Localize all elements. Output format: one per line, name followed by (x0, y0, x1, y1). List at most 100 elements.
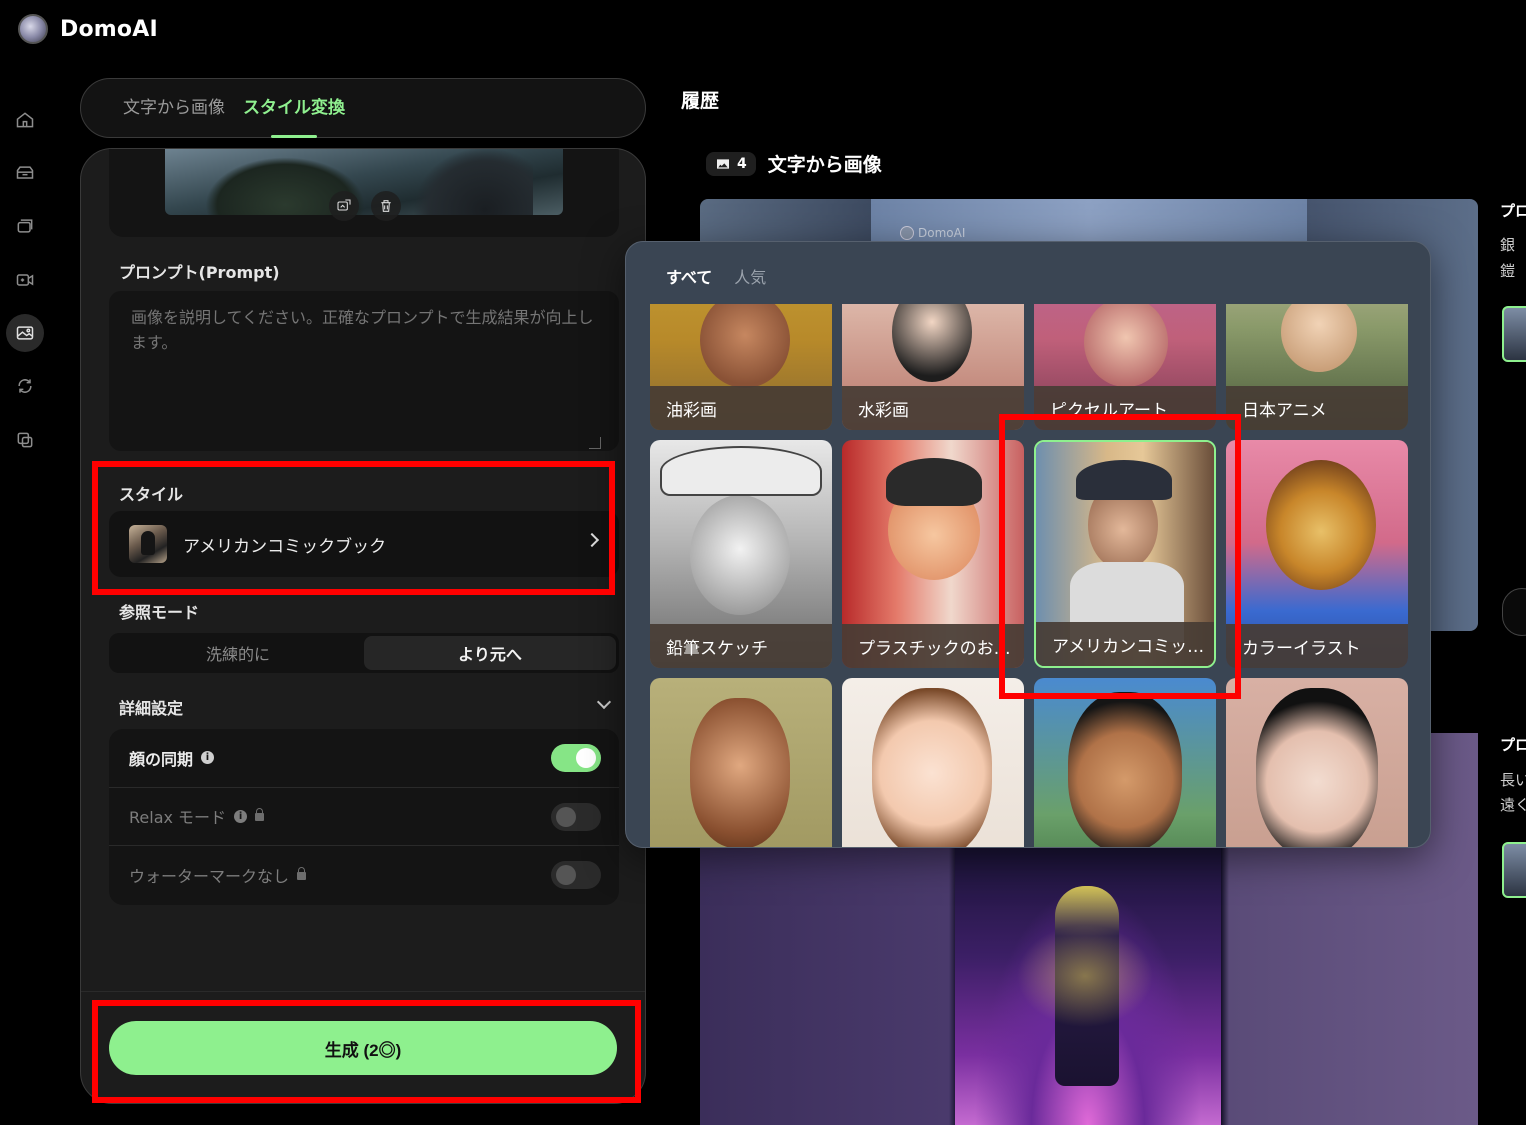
tab-all[interactable]: すべて (666, 264, 712, 288)
style-caption: 鉛筆スケッチ (650, 624, 832, 668)
refresh-icon[interactable] (6, 367, 44, 405)
style-grid: 油彩画 水彩画 ピクセルアート 日本アニメ 鉛筆スケッチ プラスチックのお… ア… (650, 304, 1410, 847)
reference-mode-refined[interactable]: 洗練的に (112, 636, 364, 670)
history-group-title: 文字から画像 (767, 154, 882, 176)
setting-relax-mode: Relax モード i (109, 788, 619, 847)
brand[interactable]: DomoAI (18, 14, 158, 44)
hat (660, 446, 822, 496)
style-tile-american-comic[interactable]: アメリカンコミッ… (1034, 440, 1216, 668)
image-icon (717, 158, 729, 169)
style-selector[interactable]: アメリカンコミックブック (109, 511, 619, 577)
prompt-text: 銀 (1500, 236, 1516, 254)
chevron-down-icon[interactable] (596, 694, 612, 710)
image-count-badge: 4 (706, 151, 756, 176)
style-tile-color-illustration[interactable]: カラーイラスト (1226, 440, 1408, 668)
style-label: スタイル (119, 485, 184, 504)
resize-handle[interactable] (589, 437, 601, 449)
box-icon[interactable] (6, 154, 44, 192)
face (1266, 460, 1376, 590)
app-root: DomoAI 文字から画像 スタイル変換 プロンプト(Prompt) 画像を説明… (0, 0, 1526, 1125)
chevron-right-icon (584, 532, 600, 548)
stack-icon[interactable] (6, 207, 44, 245)
style-caption: ピクセルアート (1034, 386, 1216, 430)
style-caption: アメリカンコミッ… (1036, 622, 1214, 666)
prompt-text: 長い (1500, 771, 1526, 789)
tab-popular[interactable]: 人気 (734, 264, 766, 288)
image-icon[interactable] (6, 314, 44, 352)
face (872, 688, 992, 847)
no-watermark-label: ウォーターマークなし (129, 867, 290, 887)
face-sync-label: 顔の同期 (129, 749, 194, 769)
style-tile-plastic-toy[interactable]: プラスチックのお… (842, 440, 1024, 668)
setting-no-watermark: ウォーターマークなし (109, 846, 619, 905)
watermark-text: DomoAI (918, 226, 966, 240)
lock-icon (255, 808, 265, 822)
cap-hat (1076, 460, 1172, 500)
style-tile-japanese-anime[interactable]: 日本アニメ (1226, 304, 1408, 430)
home-icon[interactable] (6, 101, 44, 139)
uploaded-image-preview (165, 149, 563, 215)
replace-image-icon[interactable] (329, 191, 359, 221)
toggle-knob (556, 806, 576, 827)
prompt-text: 鎧 (1500, 262, 1516, 280)
style-caption: 日本アニメ (1226, 386, 1408, 430)
face-sync-toggle[interactable] (551, 744, 601, 772)
reference-mode-toggle: 洗練的に より元へ (109, 633, 619, 673)
lock-icon (297, 867, 307, 881)
brand-name: DomoAI (60, 16, 158, 42)
video-icon[interactable] (6, 261, 44, 299)
toggle-knob (576, 748, 596, 768)
style-tile-watercolor[interactable]: 水彩画 (842, 304, 1024, 430)
style-tile-pencil-sketch[interactable]: 鉛筆スケッチ (650, 440, 832, 668)
reference-mode-label: 参照モード (119, 603, 200, 622)
style-caption: プラスチックのお… (842, 624, 1024, 668)
generate-button[interactable]: 生成 (2◎) (109, 1021, 617, 1075)
style-picker-tabs: すべて 人気 (666, 264, 766, 288)
info-icon[interactable]: i (201, 751, 215, 765)
prompt-heading: プロ (1500, 202, 1526, 220)
tab-text-to-image[interactable]: 文字から画像 (123, 78, 225, 138)
face (690, 495, 790, 615)
image-count: 4 (737, 155, 747, 172)
copy-icon[interactable] (6, 421, 44, 459)
history-title: 履歴 (681, 90, 720, 112)
source-thumbnail[interactable] (1502, 306, 1526, 362)
selected-style-name: アメリカンコミックブック (183, 536, 387, 557)
upload-box[interactable] (109, 149, 619, 237)
relax-mode-toggle[interactable] (551, 802, 601, 831)
relax-mode-label: Relax モード (129, 808, 227, 828)
source-thumbnail[interactable] (1502, 842, 1526, 898)
domoai-logo (18, 14, 48, 44)
prompt-input[interactable] (109, 291, 619, 451)
style-caption: 水彩画 (842, 386, 1024, 430)
history-group-header: 4 文字から画像 (706, 150, 882, 177)
settings-panel: プロンプト(Prompt) スタイル アメリカンコミックブック 参照モード 洗練… (80, 148, 646, 1104)
prompt-text: 遠く (1500, 796, 1526, 814)
face (690, 698, 790, 847)
advanced-settings-list: 顔の同期 i Relax モード i ウォーターマークなし (109, 729, 619, 905)
prompt-heading: プロ (1500, 736, 1526, 754)
style-tile[interactable] (650, 678, 832, 847)
style-caption: カラーイラスト (1226, 624, 1408, 668)
advanced-settings-label: 詳細設定 (119, 699, 184, 718)
reference-mode-original[interactable]: より元へ (364, 636, 616, 670)
prompt-label: プロンプト(Prompt) (119, 263, 280, 282)
delete-image-icon[interactable] (371, 191, 401, 221)
style-tile[interactable] (842, 678, 1024, 847)
info-icon[interactable]: i (234, 809, 248, 823)
style-tile-oil-painting[interactable]: 油彩画 (650, 304, 832, 430)
style-tile[interactable] (1034, 678, 1216, 847)
style-tile-pixel-art[interactable]: ピクセルアート (1034, 304, 1216, 430)
action-button[interactable] (1502, 588, 1526, 636)
hair (886, 458, 982, 506)
style-tile[interactable] (1226, 678, 1408, 847)
mode-tabs: 文字から画像 スタイル変換 (80, 78, 646, 138)
no-watermark-toggle[interactable] (551, 861, 601, 890)
generated-image[interactable] (955, 846, 1221, 1125)
tab-style-transfer[interactable]: スタイル変換 (243, 78, 345, 138)
face (1068, 692, 1182, 847)
style-thumbnail (129, 525, 167, 563)
style-caption: 油彩画 (650, 386, 832, 430)
domoai-logo (900, 226, 914, 240)
watermark: DomoAI (900, 226, 965, 240)
